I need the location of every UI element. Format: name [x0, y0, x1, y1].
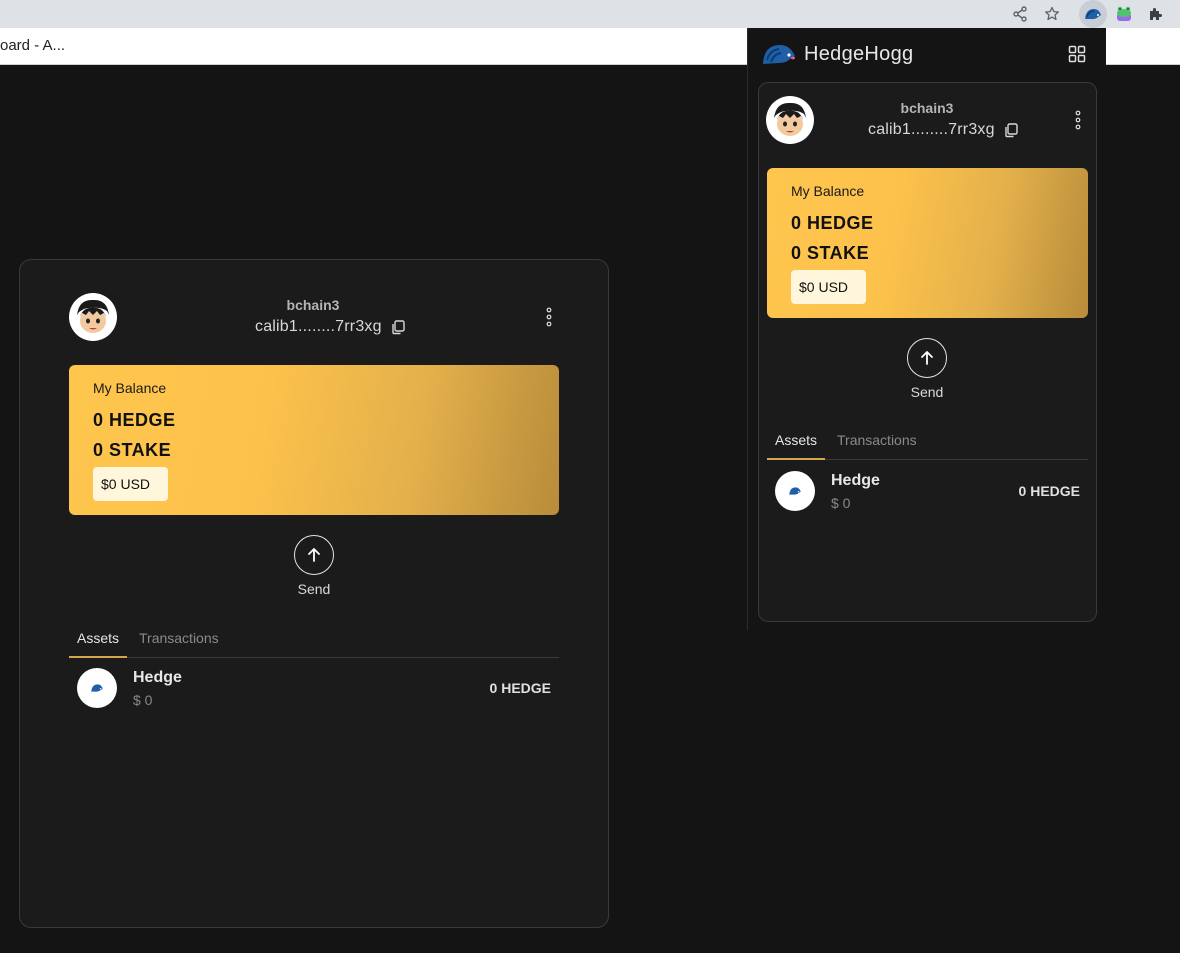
send-label: Send [297, 581, 331, 597]
copy-icon[interactable] [1003, 122, 1019, 138]
popup-asset-name: Hedge [831, 472, 880, 489]
balance-card: My Balance 0 HEDGE 0 STAKE $0 USD [69, 365, 559, 515]
arrow-up-icon [921, 351, 933, 365]
popup-wallet-card: bchain3 calib1........7rr3xg My Balance … [758, 82, 1097, 622]
wallet-address: calib1........7rr3xg [255, 318, 382, 335]
wallet-tabs: Assets Transactions [69, 622, 559, 658]
popup-asset-usd-value: $ 0 [831, 495, 851, 511]
popup-more-options-icon[interactable] [1070, 108, 1086, 132]
hedge-token-icon [775, 471, 815, 511]
popup-header: HedgeHogg [748, 28, 1107, 82]
browser-toolbar [0, 0, 1180, 28]
extension-popup: HedgeHogg bchain3 calib1........7rr3xg M… [747, 28, 1106, 630]
popup-tab-transactions[interactable]: Transactions [837, 424, 917, 460]
popup-balance-card: My Balance 0 HEDGE 0 STAKE $0 USD [767, 168, 1088, 318]
avatar-face-icon [774, 102, 806, 136]
popup-wallet-tabs: Assets Transactions [767, 424, 1088, 460]
popup-stake-balance: 0 STAKE [791, 243, 870, 263]
asset-usd-value: $ 0 [133, 692, 153, 708]
asset-row-hedge[interactable]: Hedge $ 0 0 HEDGE [69, 663, 559, 713]
popup-hedge-balance: 0 HEDGE [791, 213, 874, 233]
frog-extension-icon[interactable] [1114, 4, 1134, 24]
popup-wallet-address: calib1........7rr3xg [868, 121, 995, 138]
expand-view-icon[interactable] [1068, 45, 1086, 68]
popup-asset-amount: 0 HEDGE [1018, 483, 1080, 499]
address-row: calib1........7rr3xg [255, 318, 406, 336]
balance-label: My Balance [93, 380, 167, 396]
popup-balance-label: My Balance [791, 183, 865, 199]
asset-name: Hedge [133, 669, 182, 686]
asset-amount: 0 HEDGE [489, 680, 551, 696]
hedgehog-extension-icon[interactable] [1079, 0, 1107, 28]
hedge-balance: 0 HEDGE [93, 410, 176, 430]
arrow-up-icon [308, 548, 320, 562]
copy-icon[interactable] [390, 319, 406, 335]
popup-usd-value-badge: $0 USD [791, 270, 866, 304]
browser-tab-title[interactable]: oard - A... [0, 37, 65, 54]
popup-address-row: calib1........7rr3xg [868, 121, 1019, 139]
popup-send-label: Send [910, 384, 944, 400]
popup-send-button[interactable] [907, 338, 947, 378]
tab-transactions[interactable]: Transactions [139, 622, 219, 658]
usd-value-badge: $0 USD [93, 467, 168, 501]
puzzle-icon[interactable] [1146, 4, 1166, 24]
popup-tab-assets[interactable]: Assets [767, 424, 825, 460]
share-icon[interactable] [1010, 4, 1030, 24]
popup-account-name: bchain3 [900, 100, 954, 116]
stake-balance: 0 STAKE [93, 440, 172, 460]
send-button[interactable] [294, 535, 334, 575]
wallet-dashboard-card: bchain3 calib1........7rr3xg My Balance … [19, 259, 609, 928]
tab-assets[interactable]: Assets [69, 622, 127, 658]
more-options-icon[interactable] [541, 305, 557, 329]
hedgehogg-logo-icon [762, 42, 796, 71]
avatar-face-icon [77, 299, 109, 333]
popup-account-avatar[interactable] [766, 96, 814, 144]
hedge-token-icon [77, 668, 117, 708]
popup-asset-row-hedge[interactable]: Hedge $ 0 0 HEDGE [767, 466, 1088, 516]
popup-brand-name: HedgeHogg [804, 43, 914, 65]
star-icon[interactable] [1042, 4, 1062, 24]
account-avatar[interactable] [69, 293, 117, 341]
account-name: bchain3 [286, 297, 340, 313]
